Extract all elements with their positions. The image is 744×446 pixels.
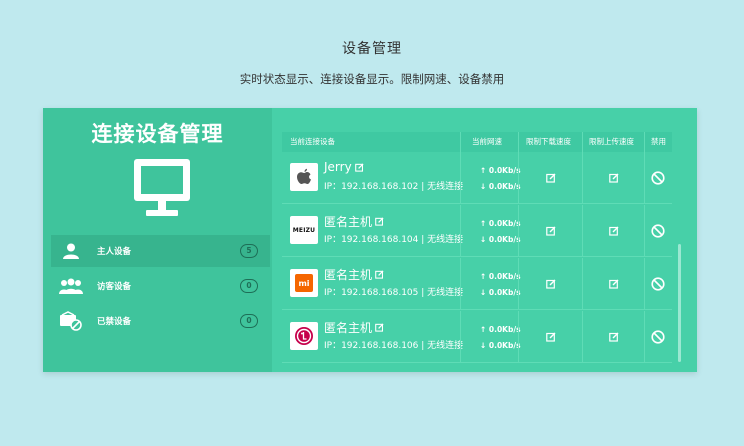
device-table: 当前连接设备 当前网速 限制下载速度 限制上传速度 禁用 Jerry IP：19… xyxy=(272,108,697,372)
device-ip: IP：192.168.168.102 | 无线连接 xyxy=(324,182,464,192)
device-name: 匿名主机 xyxy=(324,213,384,230)
edit-upload-limit-icon[interactable] xyxy=(609,226,619,236)
sidebar-item-blocked-devices[interactable]: 已禁设备 0 xyxy=(51,305,270,337)
device-count-badge: 5 xyxy=(240,244,258,258)
device-ip: IP：192.168.168.104 | 无线连接 xyxy=(324,235,464,245)
download-speed: ↓ 0.0Kb/s xyxy=(480,288,521,297)
edit-download-limit-icon[interactable] xyxy=(546,173,556,183)
table-scrollbar[interactable] xyxy=(678,244,681,362)
table-row: mi 匿名主机 IP：192.168.168.105 | 无线连接 ↑ 0.0K… xyxy=(282,258,672,310)
download-speed: ↓ 0.0Kb/s xyxy=(480,235,521,244)
device-manager-card: 连接设备管理 主人设备 5 访客设备 0 已禁设备 0 当前连接设备 当前网速 … xyxy=(43,108,697,372)
sidebar-item-label: 访客设备 xyxy=(97,282,132,292)
sidebar-item-guest-devices[interactable]: 访客设备 0 xyxy=(51,270,270,302)
sidebar-title: 连接设备管理 xyxy=(91,122,224,146)
device-count-badge: 0 xyxy=(240,314,258,328)
ban-device-icon[interactable] xyxy=(651,330,665,344)
column-header-ban: 禁用 xyxy=(651,137,666,146)
device-name: 匿名主机 xyxy=(324,319,384,336)
device-name: Jerry xyxy=(324,160,364,174)
device-name-text: 匿名主机 xyxy=(324,268,373,282)
users-icon xyxy=(59,275,83,297)
sidebar-item-label: 已禁设备 xyxy=(97,317,132,327)
user-icon xyxy=(59,240,83,262)
sidebar-item-owner-devices[interactable]: 主人设备 5 xyxy=(51,235,270,267)
edit-download-limit-icon[interactable] xyxy=(546,226,556,236)
device-ip: IP：192.168.168.105 | 无线连接 xyxy=(324,288,464,298)
table-row: MEIZU 匿名主机 IP：192.168.168.104 | 无线连接 ↑ 0… xyxy=(282,205,672,257)
download-speed: ↓ 0.0Kb/s xyxy=(480,341,521,350)
device-name: 匿名主机 xyxy=(324,266,384,283)
device-name-text: 匿名主机 xyxy=(324,321,373,335)
meizu-logo-icon: MEIZU xyxy=(290,216,318,244)
sidebar-item-label: 主人设备 xyxy=(97,247,132,257)
device-count-badge: 0 xyxy=(240,279,258,293)
column-header-download-limit: 限制下载速度 xyxy=(526,137,571,146)
device-name-text: Jerry xyxy=(324,160,352,174)
page-title: 设备管理 xyxy=(342,41,402,57)
mi-logo-icon: mi xyxy=(290,269,318,297)
lg-logo-icon xyxy=(290,322,318,350)
device-name-text: 匿名主机 xyxy=(324,215,373,229)
device-ip: IP：192.168.168.106 | 无线连接 xyxy=(324,341,464,351)
brand-text: mi xyxy=(295,274,313,292)
table-row: Jerry IP：192.168.168.102 | 无线连接 ↑ 0.0Kb/… xyxy=(282,152,672,204)
column-header-upload-limit: 限制上传速度 xyxy=(589,137,634,146)
upload-speed: ↑ 0.0Kb/s xyxy=(480,219,521,228)
ban-device-icon[interactable] xyxy=(651,224,665,238)
rename-icon[interactable] xyxy=(375,323,384,332)
upload-speed: ↑ 0.0Kb/s xyxy=(480,166,521,175)
upload-speed: ↑ 0.0Kb/s xyxy=(480,325,521,334)
table-row: 匿名主机 IP：192.168.168.106 | 无线连接 ↑ 0.0Kb/s… xyxy=(282,311,672,363)
monitor-icon xyxy=(134,159,190,216)
edit-upload-limit-icon[interactable] xyxy=(609,173,619,183)
ban-device-icon[interactable] xyxy=(651,171,665,185)
rename-icon[interactable] xyxy=(375,270,384,279)
brand-text: MEIZU xyxy=(292,226,316,234)
page-subtitle: 实时状态显示、连接设备显示。限制网速、设备禁用 xyxy=(239,72,505,86)
column-header-speed: 当前网速 xyxy=(472,137,502,146)
ban-device-icon[interactable] xyxy=(651,277,665,291)
upload-speed: ↑ 0.0Kb/s xyxy=(480,272,521,281)
edit-download-limit-icon[interactable] xyxy=(546,279,556,289)
rename-icon[interactable] xyxy=(354,162,364,172)
edit-download-limit-icon[interactable] xyxy=(546,332,556,342)
sidebar: 连接设备管理 主人设备 5 访客设备 0 已禁设备 0 xyxy=(43,108,272,372)
table-header: 当前连接设备 当前网速 限制下载速度 限制上传速度 禁用 xyxy=(282,132,672,152)
download-speed: ↓ 0.0Kb/s xyxy=(480,182,521,191)
blocked-device-icon xyxy=(59,310,83,332)
edit-upload-limit-icon[interactable] xyxy=(609,279,619,289)
rename-icon[interactable] xyxy=(375,217,384,226)
edit-upload-limit-icon[interactable] xyxy=(609,332,619,342)
apple-logo-icon xyxy=(290,163,318,191)
column-header-device: 当前连接设备 xyxy=(290,137,335,146)
